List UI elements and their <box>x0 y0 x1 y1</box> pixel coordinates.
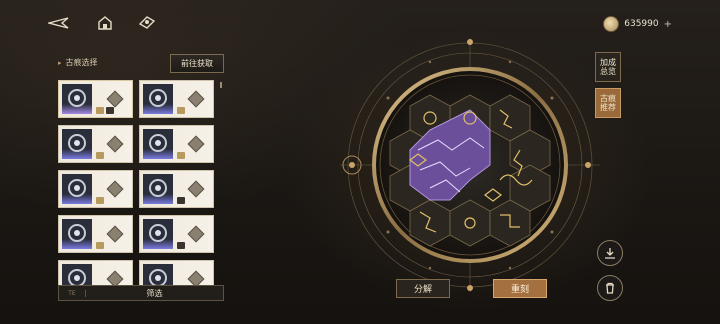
top-ornament <box>467 39 473 45</box>
bonus-overview-button[interactable]: 加成 总览 <box>595 52 621 82</box>
recast-button[interactable]: 重刻 <box>493 279 547 298</box>
dismantle-button[interactable]: 分解 <box>396 279 450 298</box>
trash-icon[interactable] <box>597 275 623 301</box>
trace-recommend-button[interactable]: 古痕 推荐 <box>595 88 621 118</box>
left-ornament-core <box>349 162 355 168</box>
download-icon[interactable] <box>597 240 623 266</box>
bottom-ornament <box>467 285 473 291</box>
right-ornament <box>585 162 591 168</box>
hex-board <box>389 94 551 247</box>
